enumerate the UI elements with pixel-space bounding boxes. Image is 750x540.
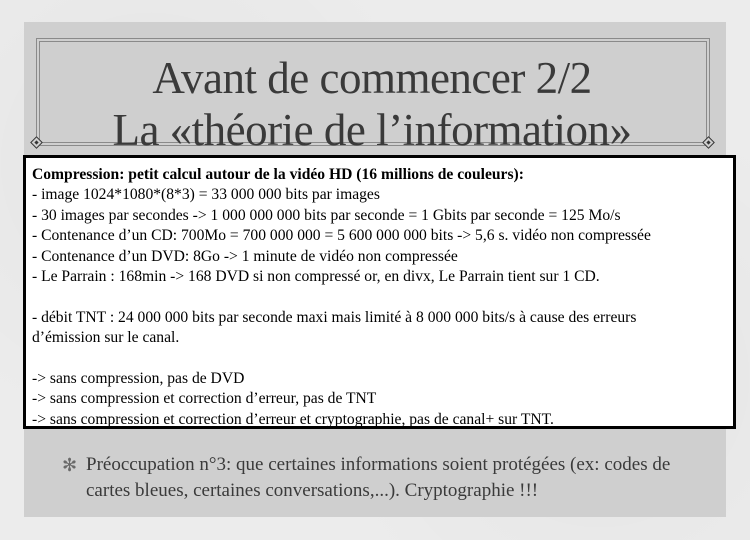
calc-line: - Contenance d’un CD: 700Mo = 700 000 00…: [32, 227, 651, 245]
bullet-item: ✻ Préoccupation n°3: que certaines infor…: [62, 452, 682, 504]
slide-title: Avant de commencer 2/2 La «théorie de l’…: [36, 52, 708, 156]
conclusion-line: -> sans compression et correction d’erre…: [32, 410, 554, 428]
title-line-2: La «théorie de l’information»: [112, 105, 632, 155]
tnt-line-2: d’émission sur le canal.: [32, 329, 180, 347]
compression-heading: Compression: petit calcul autour de la v…: [32, 166, 524, 183]
tnt-line-1: - débit TNT : 24 000 000 bits par second…: [32, 308, 637, 326]
conclusion-line: -> sans compression et correction d’erre…: [32, 390, 377, 408]
calc-line: - 30 images par secondes -> 1 000 000 00…: [32, 206, 621, 224]
calc-line: - image 1024*1080*(8*3) = 33 000 000 bit…: [32, 186, 380, 204]
bullet-text: Préoccupation n°3: que certaines informa…: [86, 454, 671, 501]
asterisk-bullet-icon: ✻: [62, 455, 78, 475]
calc-line: - Le Parrain : 168min -> 168 DVD si non …: [32, 268, 600, 286]
title-line-1: Avant de commencer 2/2: [152, 53, 592, 103]
compression-text-box: Compression: petit calcul autour de la v…: [23, 155, 736, 429]
calc-line: - Contenance d’un DVD: 8Go -> 1 minute d…: [32, 247, 458, 265]
conclusion-line: -> sans compression, pas de DVD: [32, 370, 245, 388]
